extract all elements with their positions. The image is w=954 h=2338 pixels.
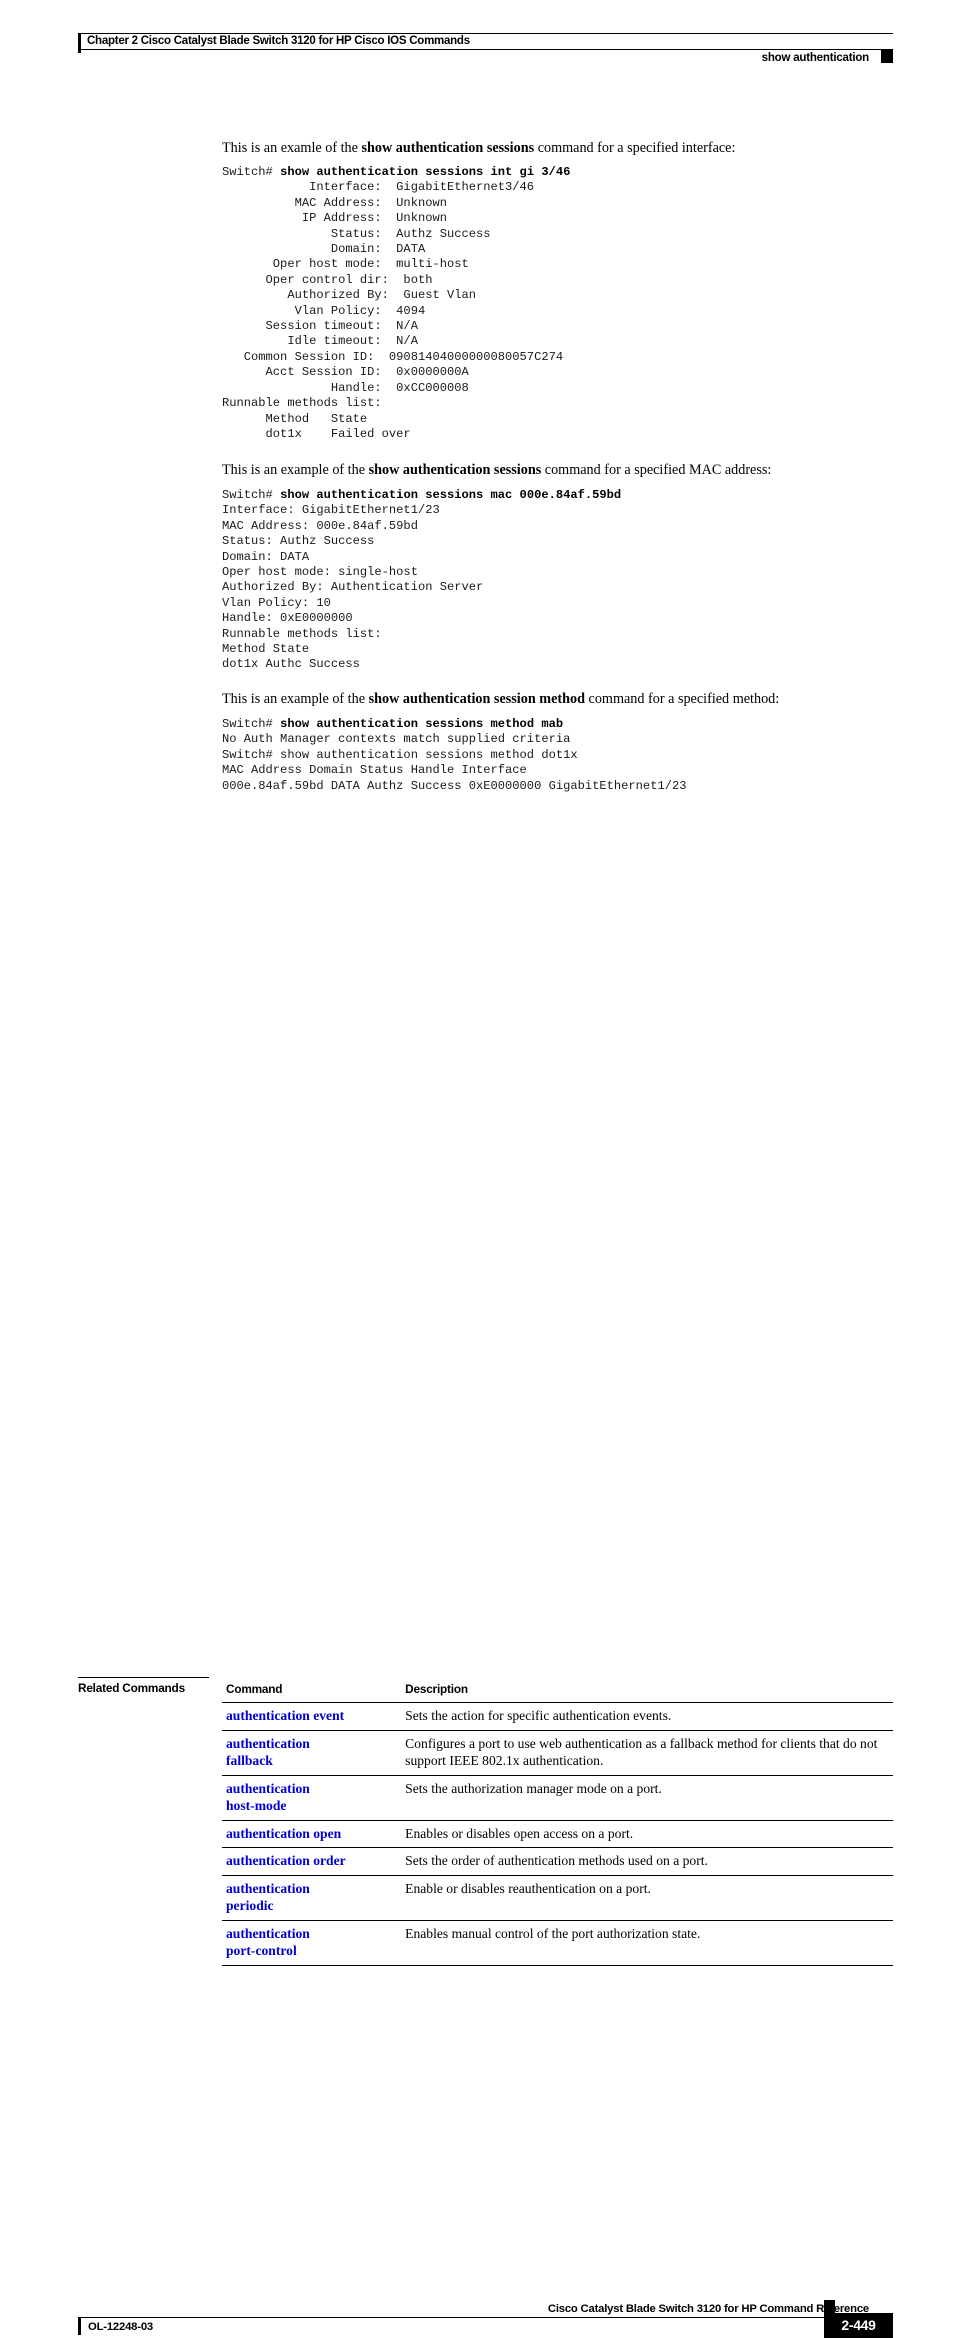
command-link[interactable]: authentication open <box>226 1825 391 1843</box>
example-2-output: Interface: GigabitEthernet1/23 MAC Addre… <box>222 503 484 672</box>
example-3-output: No Auth Manager contexts match supplied … <box>222 732 687 793</box>
command-description: Sets the action for specific authenticat… <box>405 1708 672 1723</box>
example-2-intro-after: command for a specified MAC address: <box>541 462 772 478</box>
table-head: Command Description <box>222 1677 893 1703</box>
page-header: Chapter 2 Cisco Catalyst Blade Switch 31… <box>0 0 954 80</box>
table-row: authentication order Sets the order of au… <box>222 1847 893 1876</box>
table-cell-command: authentication host-mode <box>222 1775 402 1821</box>
table-cell-description: Sets the action for specific authenticat… <box>401 1702 893 1731</box>
example-3-intro-command: show authentication session method <box>368 691 585 707</box>
table-cell-command: authentication order <box>222 1847 402 1876</box>
table-cell-command: authentication fallback <box>222 1730 402 1776</box>
command-link[interactable]: authentication order <box>226 1852 391 1870</box>
example-1-intro-after: command for a specified interface: <box>534 140 736 156</box>
command-link[interactable]: authentication host-mode <box>226 1780 391 1815</box>
example-3-command: show authentication sessions method mab <box>280 717 564 731</box>
table-cell-description: Enables or disables open access on a por… <box>401 1820 893 1848</box>
example-2-intro: This is an example of the show authentic… <box>222 462 902 479</box>
example-1-intro-command: show authentication sessions <box>361 140 535 156</box>
running-head: show authentication <box>761 52 870 64</box>
command-description: Enables or disables open access on a por… <box>405 1825 634 1841</box>
column-header-description: Description <box>401 1677 893 1703</box>
table-row: authentication fallback Configures a port… <box>222 1730 893 1776</box>
table-cell-command: authentication port-control <box>222 1920 402 1966</box>
command-description: Enable or disables reauthentication on a… <box>405 1880 651 1896</box>
example-3-code-block: Switch# show authentication sessions met… <box>222 717 686 794</box>
table-cell-description: Configures a port to use web authenticat… <box>401 1730 893 1776</box>
related-commands-label: Related Commands <box>78 1681 185 1695</box>
table-header-row: Command Description <box>222 1677 893 1703</box>
header-left-bar <box>78 33 81 53</box>
command-link[interactable]: authentication event <box>226 1707 391 1725</box>
example-2-command: show authentication sessions mac 000e.84… <box>280 488 622 502</box>
command-link[interactable]: authentication port-control <box>226 1925 391 1960</box>
header-marker-square <box>881 50 893 63</box>
table-body: authentication event Sets the action for … <box>222 1702 893 1966</box>
table-cell-description: Enable or disables reauthentication on a… <box>401 1875 893 1921</box>
example-2-prompt: Switch# <box>222 488 281 502</box>
example-1-code-block: Switch# show authentication sessions int… <box>222 165 570 442</box>
command-link[interactable]: authentication fallback <box>226 1735 391 1770</box>
footer-marker-square <box>824 2300 835 2313</box>
example-1-output: Interface: GigabitEthernet3/46 MAC Addre… <box>222 180 564 441</box>
related-commands-label-rule <box>78 1677 209 1679</box>
table-row: authentication periodic Enable or disable… <box>222 1875 893 1921</box>
command-description: Sets the authorization manager mode on a… <box>405 1780 662 1796</box>
example-1-prompt: Switch# <box>222 165 281 179</box>
example-1-command: show authentication sessions int gi 3/46 <box>280 165 571 179</box>
command-link[interactable]: authentication periodic <box>226 1880 391 1915</box>
example-2-intro-command: show authentication sessions <box>368 462 542 478</box>
table-cell-description: Sets the order of authentication methods… <box>401 1847 893 1876</box>
table-cell-command: authentication open <box>222 1820 402 1848</box>
example-1-intro: This is an examle of the show authentica… <box>222 140 902 157</box>
example-2-code-block: Switch# show authentication sessions mac… <box>222 488 621 673</box>
command-description: Sets the order of authentication methods… <box>405 1853 708 1868</box>
table-row: authentication open Enables or disables o… <box>222 1820 893 1848</box>
command-description: Configures a port to use web authenticat… <box>405 1735 878 1769</box>
command-description: Enables manual control of the port autho… <box>405 1925 701 1941</box>
page-footer: Cisco Catalyst Blade Switch 3120 for HP … <box>0 1145 954 2338</box>
footer-rule <box>78 2317 825 2319</box>
footer-document-id: OL-12248-03 <box>88 2321 153 2333</box>
example-3-intro-after: command for a specified method: <box>584 691 780 707</box>
example-2-intro-before: This is an example of the <box>222 462 369 478</box>
table-row: authentication port-control Enables manua… <box>222 1920 893 1966</box>
footer-book-title: Cisco Catalyst Blade Switch 3120 for HP … <box>547 2303 869 2315</box>
chapter-title: Chapter 2 Cisco Catalyst Blade Switch 31… <box>87 35 470 47</box>
table-cell-command: authentication event <box>222 1702 402 1731</box>
table-row: authentication host-mode Sets the authori… <box>222 1775 893 1821</box>
footer-page-number: 2-449 <box>841 2317 876 2333</box>
related-commands-table: Command Description authentication event… <box>222 1677 893 1966</box>
example-3-prompt: Switch# <box>222 717 281 731</box>
example-1-intro-before: This is an examle of the <box>222 140 362 156</box>
table-cell-description: Sets the authorization manager mode on a… <box>401 1775 893 1821</box>
footer-left-bar <box>78 2317 81 2335</box>
example-3-intro: This is an example of the show authentic… <box>222 691 902 708</box>
table-cell-description: Enables manual control of the port autho… <box>401 1920 893 1966</box>
example-3-intro-before: This is an example of the <box>222 691 369 707</box>
column-header-command: Command <box>222 1677 402 1703</box>
table-cell-command: authentication periodic <box>222 1875 402 1921</box>
table-row: authentication event Sets the action for … <box>222 1702 893 1731</box>
